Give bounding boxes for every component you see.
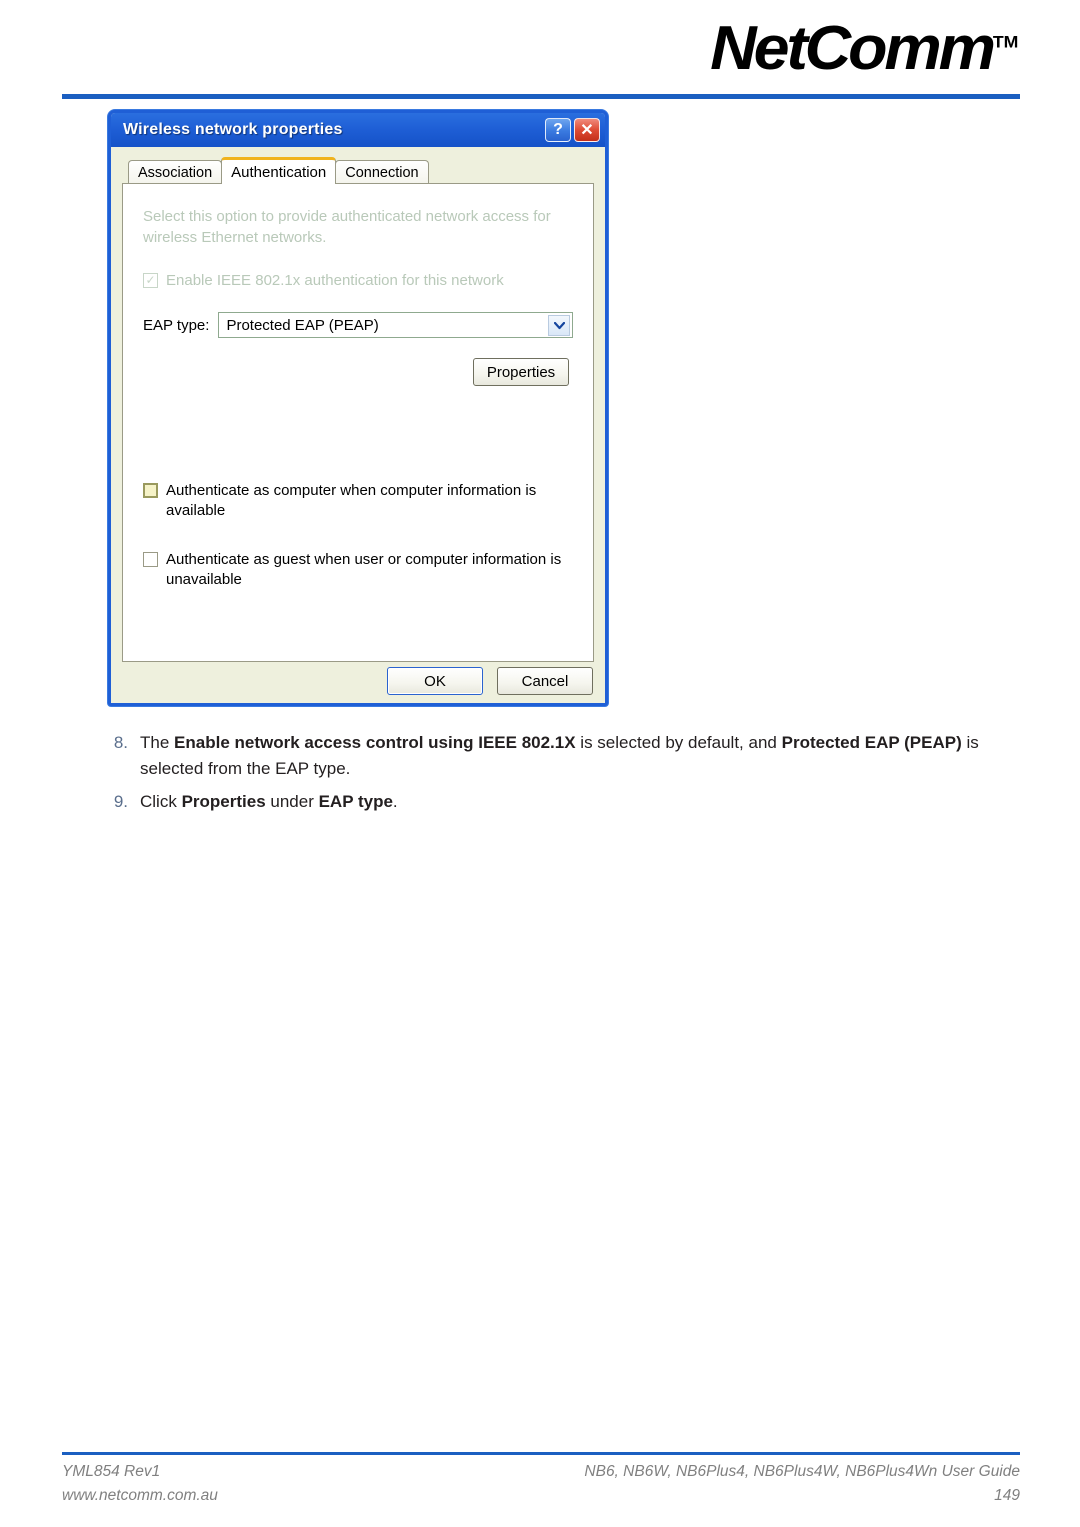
footer-website: www.netcomm.com.au bbox=[62, 1487, 218, 1505]
enable-8021x-row[interactable]: ✓ Enable IEEE 802.1x authentication for … bbox=[143, 271, 573, 291]
authenticate-as-guest-row[interactable]: Authenticate as guest when user or compu… bbox=[143, 550, 573, 589]
wireless-network-properties-dialog: Wireless network properties ? ✕ Associat… bbox=[108, 110, 608, 706]
enable-8021x-label: Enable IEEE 802.1x authentication for th… bbox=[166, 271, 504, 289]
properties-button[interactable]: Properties bbox=[473, 358, 569, 387]
tab-association[interactable]: Association bbox=[128, 160, 223, 184]
netcomm-logo: NetCommTM bbox=[710, 18, 1018, 80]
authentication-tab-panel: Select this option to provide authentica… bbox=[122, 183, 594, 662]
dialog-titlebar: Wireless network properties ? ✕ bbox=[111, 113, 605, 147]
trademark-mark: TM bbox=[992, 32, 1018, 52]
list-item: 8. The Enable network access control usi… bbox=[100, 730, 1028, 783]
eap-type-row: EAP type: Protected EAP (PEAP) bbox=[143, 312, 573, 339]
tab-connection[interactable]: Connection bbox=[335, 160, 429, 184]
list-item: 9. Click Properties under EAP type. bbox=[100, 789, 1028, 815]
footer-row-1: YML854 Rev1 NB6, NB6W, NB6Plus4, NB6Plus… bbox=[62, 1460, 1020, 1484]
step-9-text: Click Properties under EAP type. bbox=[140, 791, 398, 811]
tab-strip: Association Authentication Connection bbox=[122, 157, 594, 184]
authenticate-as-computer-label: Authenticate as computer when computer i… bbox=[166, 482, 537, 519]
step-8-number: 8. bbox=[113, 733, 128, 752]
brand-name: NetComm bbox=[709, 14, 996, 83]
eap-type-select[interactable]: Protected EAP (PEAP) bbox=[218, 312, 573, 339]
close-icon[interactable]: ✕ bbox=[574, 118, 600, 142]
page: NetCommTM Wireless network properties ? … bbox=[0, 0, 1080, 1527]
step-9-number: 9. bbox=[113, 791, 128, 811]
footer-guide-title: NB6, NB6W, NB6Plus4, NB6Plus4W, NB6Plus4… bbox=[584, 1463, 1020, 1480]
header-divider bbox=[62, 94, 1020, 99]
eap-type-value: Protected EAP (PEAP) bbox=[226, 316, 379, 334]
footer-divider bbox=[62, 1452, 1020, 1455]
authenticate-as-guest-checkbox[interactable] bbox=[143, 552, 158, 568]
footer-page-number: 149 bbox=[994, 1487, 1020, 1505]
help-icon[interactable]: ? bbox=[545, 118, 571, 142]
dialog-title: Wireless network properties bbox=[123, 121, 343, 138]
footer-doc-revision: YML854 Rev1 bbox=[62, 1463, 161, 1480]
cancel-button[interactable]: Cancel bbox=[497, 667, 593, 695]
authentication-options-group: Authenticate as computer when computer i… bbox=[143, 481, 573, 589]
ok-button[interactable]: OK bbox=[387, 667, 483, 695]
properties-button-row: Properties bbox=[143, 358, 573, 387]
dialog-button-bar: OK Cancel bbox=[387, 667, 593, 695]
enable-8021x-checkbox[interactable]: ✓ bbox=[143, 272, 158, 288]
step-8-text: The Enable network access control using … bbox=[140, 733, 979, 779]
dialog-body: Association Authentication Connection Se… bbox=[111, 147, 605, 703]
instruction-steps: 8. The Enable network access control usi… bbox=[100, 730, 1028, 821]
authenticate-as-guest-label: Authenticate as guest when user or compu… bbox=[166, 551, 562, 588]
page-footer: YML854 Rev1 NB6, NB6W, NB6Plus4, NB6Plus… bbox=[62, 1460, 1020, 1508]
page-header: NetCommTM bbox=[0, 0, 1080, 100]
tab-authentication[interactable]: Authentication bbox=[221, 157, 337, 184]
footer-row-2: www.netcomm.com.au 149 bbox=[62, 1484, 1020, 1508]
authenticate-as-computer-checkbox[interactable] bbox=[143, 483, 158, 499]
authenticate-as-computer-row[interactable]: Authenticate as computer when computer i… bbox=[143, 481, 573, 520]
chevron-down-icon[interactable] bbox=[548, 315, 570, 337]
authentication-description: Select this option to provide authentica… bbox=[143, 208, 551, 247]
eap-type-label: EAP type: bbox=[143, 316, 210, 334]
